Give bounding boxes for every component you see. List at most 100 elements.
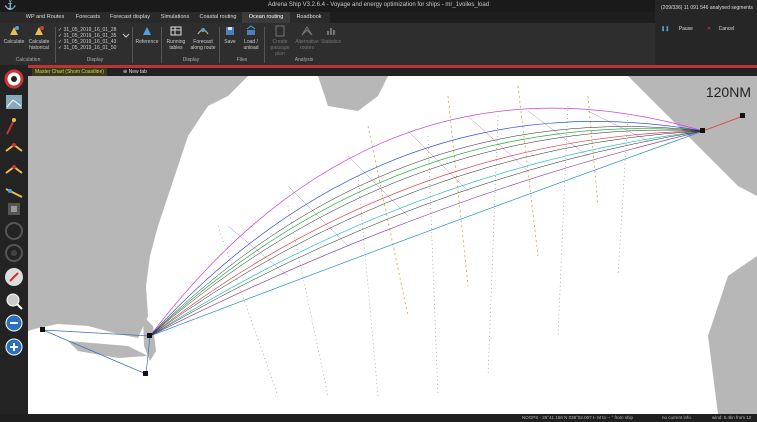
chart-tabs: Master Chart (Shom Coastline) ⊕ New tab <box>28 68 757 76</box>
route-mesh <box>227 110 649 277</box>
progress-panel: (209/336) 11 091 546 analysed segments ❚… <box>655 0 757 65</box>
save-label: Save <box>224 39 236 45</box>
lifebuoy-icon[interactable] <box>4 69 24 89</box>
cancel-icon: ✕ <box>707 26 712 32</box>
group-calculation-label: Calculation <box>15 57 41 63</box>
tab-new[interactable]: ⊕ New tab <box>120 68 150 76</box>
waypoint-marker <box>740 113 745 118</box>
chart-map[interactable]: 120NM <box>28 76 757 414</box>
reference-label: Reference <box>135 39 159 45</box>
route-compare-icon[interactable] <box>4 181 24 201</box>
ribbon-separator <box>55 27 56 63</box>
wind-status: wind: 5.4kn from 12 <box>712 415 752 420</box>
zoom-in-icon[interactable] <box>4 337 24 357</box>
alternative-routes-icon <box>301 26 313 36</box>
waypoint-marker <box>143 371 148 376</box>
table-icon <box>170 26 182 36</box>
calculate-icon <box>10 26 19 35</box>
chart-canvas[interactable] <box>28 76 757 414</box>
menu-forecast-display[interactable]: Forecast display <box>108 12 152 23</box>
calculate-historical-button[interactable]: Calculate historical <box>26 25 52 51</box>
waypoint-marker <box>147 333 152 338</box>
chart-layers-icon[interactable] <box>4 92 24 112</box>
ribbon-separator <box>264 27 265 63</box>
group-display2-label: Display <box>182 57 200 63</box>
zoom-out-icon[interactable] <box>4 313 24 333</box>
menu-forecasts[interactable]: Forecasts <box>70 12 106 23</box>
load-unload-label: Load / unload <box>243 39 259 51</box>
left-toolbar <box>0 65 28 414</box>
expand-icon[interactable] <box>122 31 130 39</box>
load-unload-button[interactable]: Load / unload <box>239 25 263 51</box>
running-tables-button[interactable]: Running tables <box>164 25 188 51</box>
menu-ocean-routing[interactable]: Ocean routing <box>242 12 290 23</box>
zoom-select-icon[interactable] <box>4 291 24 311</box>
result-file-list: ✓ 31_05_2019_16_01_28 ✓ 31_05_2019_16_01… <box>58 27 128 51</box>
route-envelope <box>149 107 704 337</box>
ship-icon[interactable] <box>4 199 24 219</box>
cuba-landmass <box>68 341 148 358</box>
alternative-routes-label: Alternative routes <box>295 39 319 51</box>
passage-plan-icon <box>275 25 285 37</box>
statistics-button[interactable]: Statistics <box>320 25 342 45</box>
running-tables-label: Running tables <box>166 39 186 51</box>
north-america-landmass <box>28 76 248 338</box>
tab-master-chart[interactable]: Master Chart (Shom Coastline) <box>32 68 107 76</box>
status-bar: NOGPS - 25°41.156 N 038°02.007 I -- M to… <box>0 414 757 422</box>
statistics-icon <box>327 28 335 35</box>
route-wp-icon[interactable] <box>4 117 24 137</box>
menu-wp-routes[interactable]: WP and Routes <box>24 12 66 23</box>
cancel-label: Cancel <box>718 26 735 32</box>
alternative-routes-button[interactable]: Alternative routes <box>295 25 319 51</box>
calculate-historical-label: Calculate historical <box>28 39 50 51</box>
pause-icon: ❚❚ <box>661 26 670 32</box>
statistics-label: Statistics <box>320 39 341 45</box>
progress-status: (209/336) 11 091 546 analysed segments <box>661 5 753 11</box>
greenland-landmass <box>318 76 388 111</box>
group-files-label: Files <box>236 57 248 63</box>
menu-coastal-routing[interactable]: Coastal routing <box>196 12 240 23</box>
ribbon-separator <box>161 27 162 63</box>
current-info-status: no current info. <box>662 415 693 420</box>
waypoint-marker <box>700 128 705 133</box>
reference-button[interactable]: Reference <box>135 25 159 45</box>
forecast-along-route-label: Forecast along route <box>190 39 216 51</box>
forecast-route-icon <box>197 28 209 35</box>
pause-button[interactable]: ❚❚ Pause <box>661 23 701 35</box>
cancel-button[interactable]: ✕ Cancel <box>707 23 747 35</box>
route-yellow-icon-2[interactable] <box>4 161 24 181</box>
route-yellow-icon[interactable] <box>4 141 24 161</box>
result-file-item[interactable]: ✓ 31_05_2019_16_01_50 <box>58 45 128 51</box>
menu-bar: WP and Routes Forecasts Forecast display… <box>0 12 330 23</box>
calculate-historical-icon <box>35 26 44 35</box>
sailing-icon[interactable] <box>4 267 24 287</box>
bearing-status: -- M to -- ° from ship <box>593 415 634 420</box>
menu-simulations[interactable]: Simulations <box>156 12 194 23</box>
reference-icon <box>143 27 151 35</box>
africa-landmass <box>708 256 757 414</box>
calculate-button[interactable]: Calculate <box>3 25 25 45</box>
new-tab-label: New tab <box>128 69 147 75</box>
save-icon <box>226 27 234 35</box>
forecast-along-route-button[interactable]: Forecast along route <box>189 25 217 51</box>
calculate-label: Calculate <box>3 39 25 45</box>
save-button[interactable]: Save <box>222 25 238 45</box>
pause-label: Pause <box>678 26 693 32</box>
group-analysis-label: Analysis <box>294 57 314 63</box>
ribbon-separator <box>219 27 220 63</box>
ribbon-separator <box>132 27 133 63</box>
create-passage-plan-label: Create passage plan <box>270 39 290 57</box>
group-display-label: Display <box>86 57 104 63</box>
ribbon: Calculate Calculate historical Calculati… <box>0 23 655 66</box>
window-title: Adrena Ship V3.2.6.4 - Voyage and energy… <box>267 2 490 8</box>
menu-roadbook[interactable]: Roadbook <box>292 12 326 23</box>
compass-icon[interactable] <box>4 221 24 241</box>
isochrone-lines <box>367 85 599 317</box>
gps-status: NOGPS - 25°41.156 N 038°02.007 I <box>522 415 595 420</box>
title-bar: ⚓ Adrena Ship V3.2.6.4 - Voyage and ener… <box>0 0 757 12</box>
scale-label: 120NM <box>705 84 751 100</box>
waypoint-marker <box>40 327 45 332</box>
create-passage-plan-button[interactable]: Create passage plan <box>266 25 294 57</box>
load-icon <box>246 25 256 35</box>
compass-dark-icon[interactable] <box>4 243 24 263</box>
